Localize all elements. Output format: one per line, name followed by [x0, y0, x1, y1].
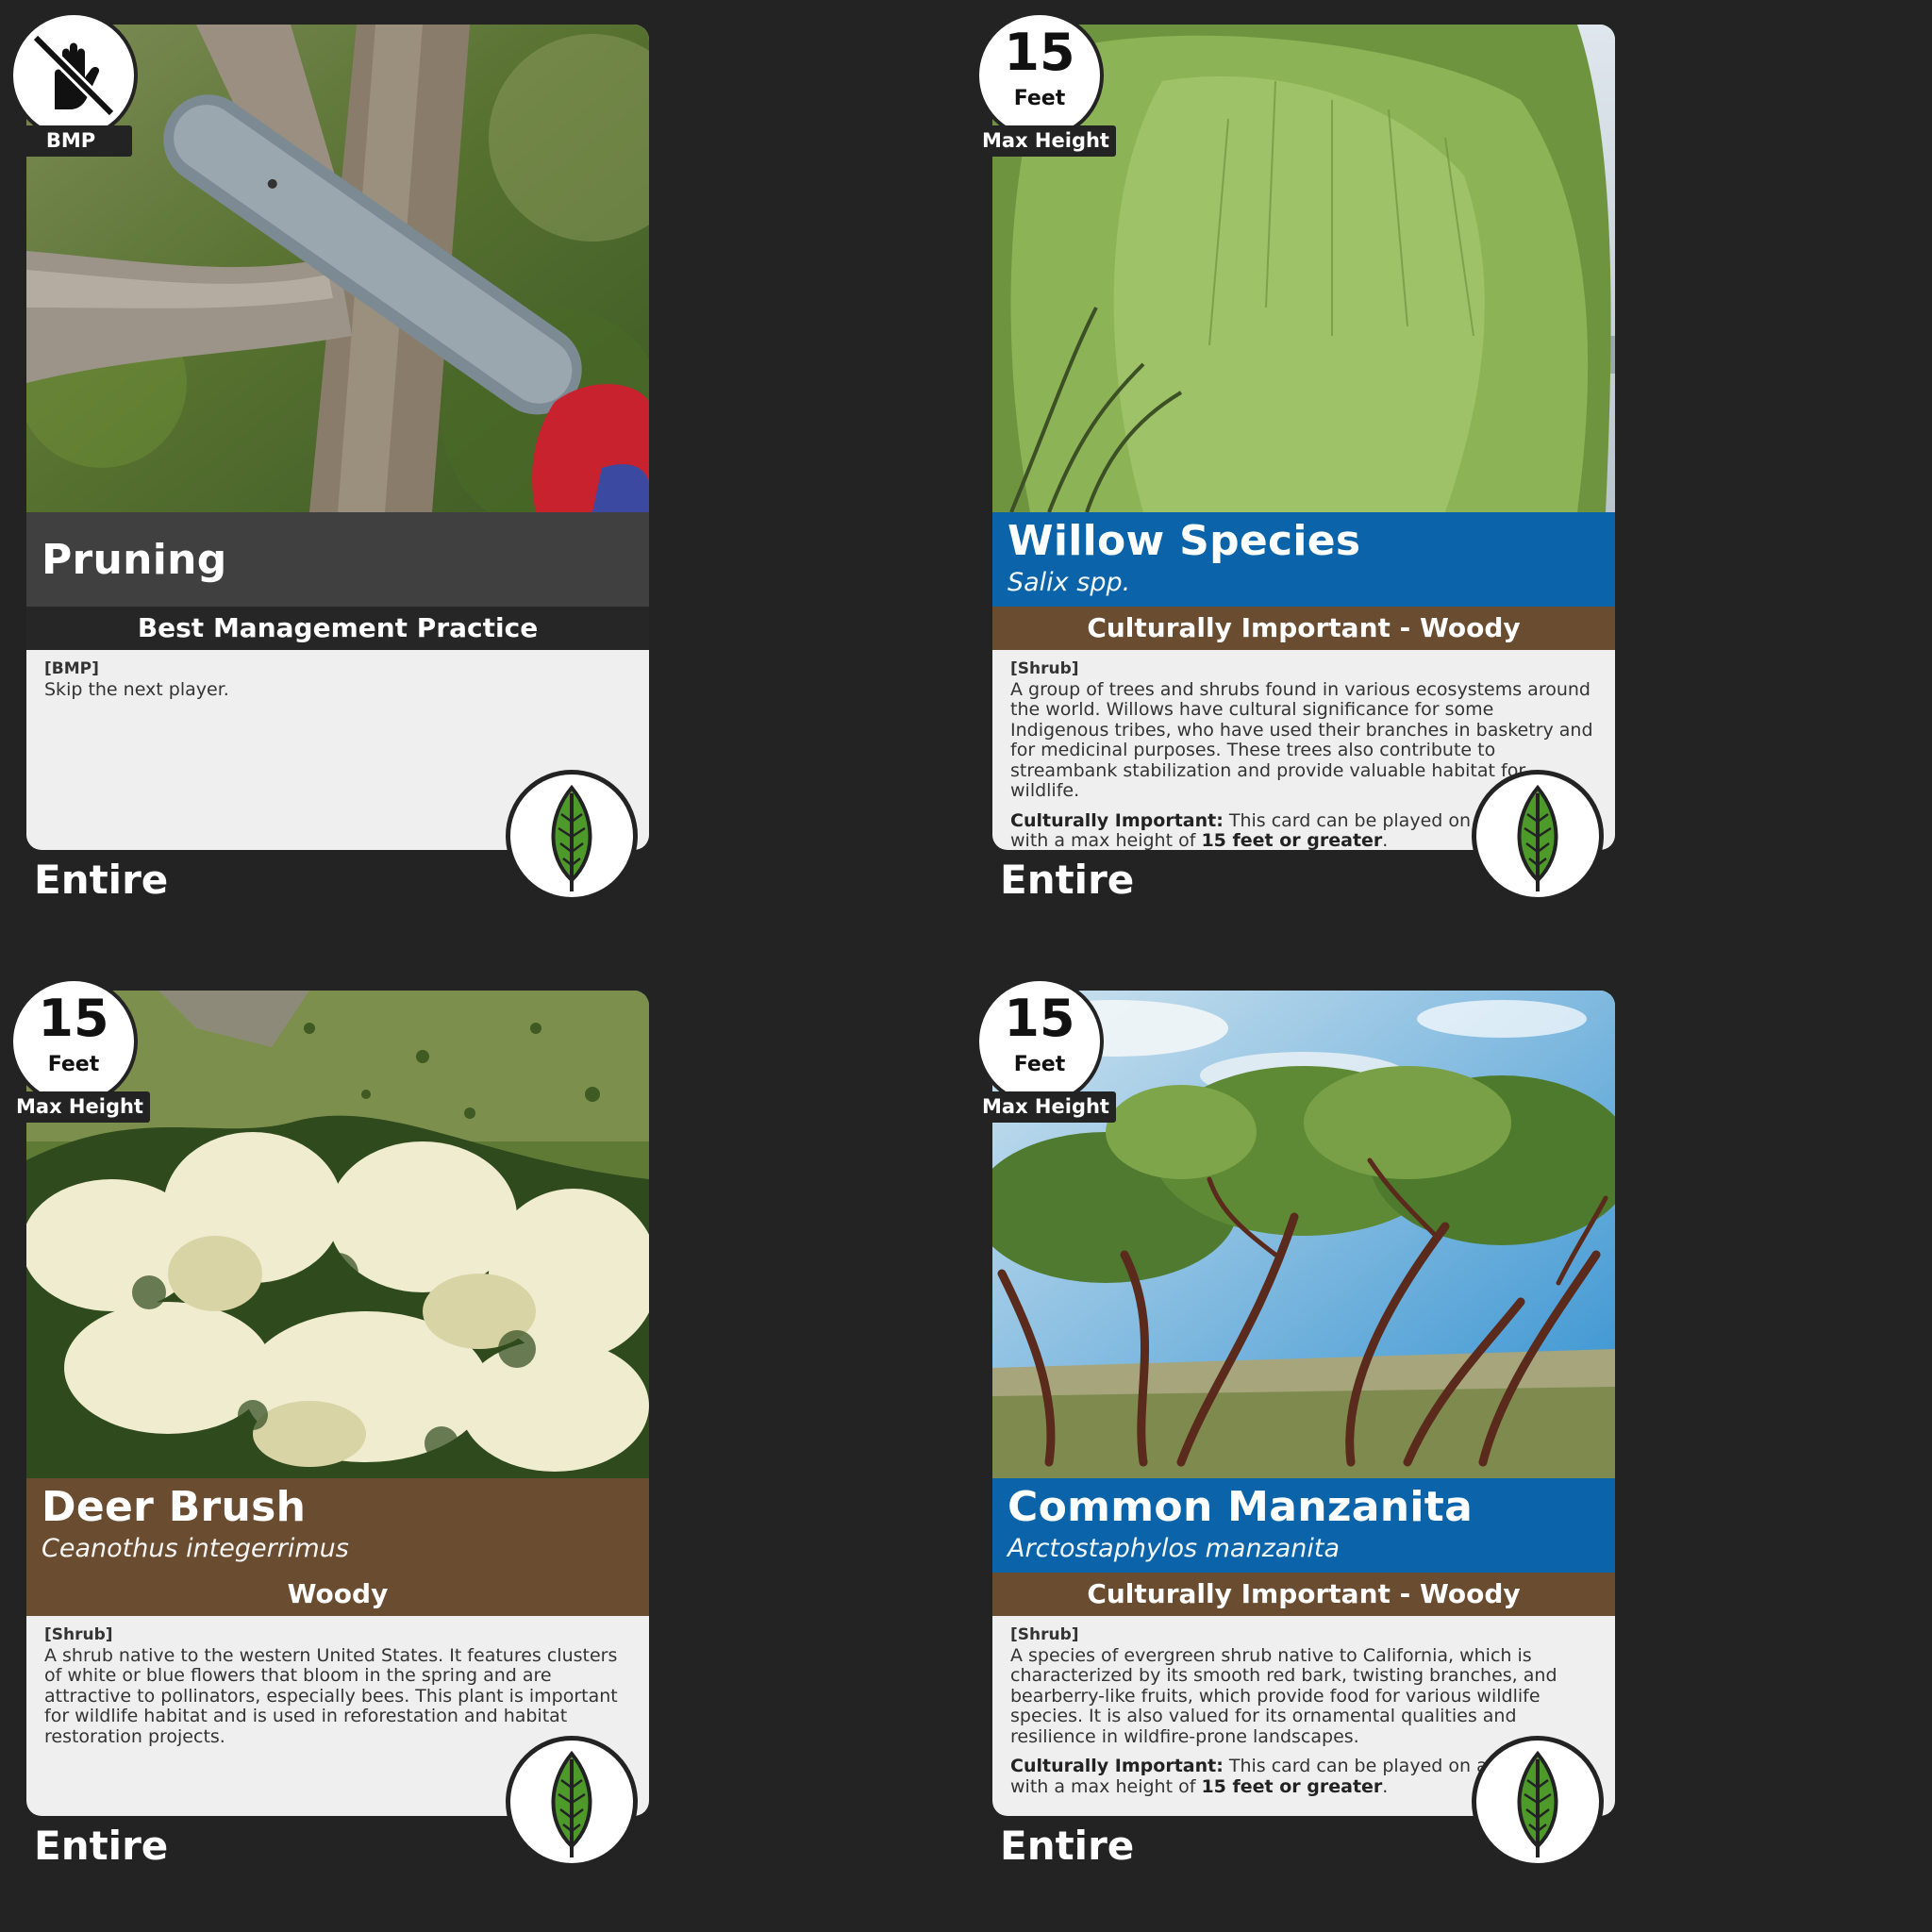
card-title-band: Pruning	[26, 512, 649, 607]
leaf-margin-label: Entire	[34, 1823, 169, 1869]
leaf-icon	[1517, 1750, 1558, 1857]
leaf-badge	[1472, 770, 1604, 902]
max-height-number: 15	[38, 989, 109, 1048]
card-title: Deer Brush	[42, 1483, 307, 1531]
card-category: Best Management Practice	[137, 612, 539, 643]
card-category-band: Culturally Important - Woody	[992, 1573, 1615, 1616]
card-scientific-name: Salix spp.	[1008, 568, 1131, 597]
max-height-unit: Feet	[47, 1053, 100, 1076]
leaf-icon	[551, 784, 592, 891]
leaf-icon	[551, 1750, 592, 1857]
card-common-manzanita[interactable]: Common Manzanita Arctostaphylos manzanit…	[966, 966, 1664, 1909]
leaf-margin-label: Entire	[1000, 857, 1135, 903]
leaf-icon	[1517, 784, 1558, 891]
no-hand-icon	[31, 33, 116, 118]
card-description-text: A species of evergreen shrub native to C…	[1010, 1644, 1557, 1747]
card-description-text: Skip the next player.	[44, 678, 229, 700]
badge-label: BMP	[9, 125, 132, 157]
card-title: Willow Species	[1008, 517, 1361, 565]
max-height-number: 15	[1004, 989, 1075, 1048]
card-type-tag: [Shrub]	[1010, 659, 1079, 678]
max-height-unit: Feet	[1013, 87, 1066, 110]
max-height-badge: 15 Feet	[975, 11, 1104, 140]
bmp-badge	[9, 11, 138, 140]
leaf-badge	[1472, 1736, 1604, 1868]
card-note-emphasis: 15 feet or greater	[1201, 1775, 1383, 1797]
card-note-label: Culturally Important:	[1010, 809, 1224, 831]
badge-label: Max Height	[975, 125, 1116, 157]
badge-label: Max Height	[975, 1091, 1116, 1123]
card-category-band: Culturally Important - Woody	[992, 607, 1615, 650]
card-scientific-name: Arctostaphylos manzanita	[1008, 1534, 1341, 1563]
card-type-tag: [Shrub]	[44, 1625, 113, 1644]
card-deer-brush[interactable]: Deer Brush Ceanothus integerrimus Woody …	[0, 966, 698, 1909]
card-category: Woody	[287, 1578, 389, 1609]
max-height-unit: Feet	[1013, 1053, 1066, 1076]
card-type-tag: [BMP]	[44, 659, 99, 678]
card-description: [Shrub] A shrub native to the western Un…	[44, 1625, 631, 1747]
leaf-margin-label: Entire	[34, 857, 169, 903]
card-willow-species[interactable]: Willow Species Salix spp. Culturally Imp…	[966, 0, 1664, 943]
card-category-band: Best Management Practice	[26, 607, 649, 650]
max-height-badge: 15 Feet	[975, 977, 1104, 1106]
card-type-tag: [Shrub]	[1010, 1625, 1079, 1644]
max-height-number: 15	[1004, 23, 1075, 82]
leaf-badge	[506, 1736, 638, 1868]
card-category: Culturally Important - Woody	[1087, 612, 1521, 643]
card-note-label: Culturally Important:	[1010, 1756, 1224, 1776]
card-title-band: Willow Species Salix spp.	[992, 512, 1615, 607]
card-category: Culturally Important - Woody	[1087, 1578, 1521, 1609]
card-title-band: Deer Brush Ceanothus integerrimus	[26, 1478, 649, 1573]
card-category-band: Woody	[26, 1573, 649, 1616]
leaf-margin-label: Entire	[1000, 1823, 1135, 1869]
card-note-emphasis: 15 feet or greater	[1201, 830, 1383, 850]
card-title: Common Manzanita	[1008, 1483, 1474, 1531]
card-title: Pruning	[42, 536, 227, 584]
card-description: [BMP] Skip the next player.	[44, 659, 631, 700]
leaf-badge	[506, 770, 638, 902]
card-title-band: Common Manzanita Arctostaphylos manzanit…	[992, 1478, 1615, 1573]
card-note-end: .	[1382, 1775, 1389, 1797]
card-pruning[interactable]: Pruning Best Management Practice [BMP] S…	[0, 0, 698, 943]
card-description-text: A shrub native to the western United Sta…	[44, 1644, 618, 1747]
max-height-badge: 15 Feet	[9, 977, 138, 1106]
card-note-end: .	[1382, 830, 1389, 850]
card-scientific-name: Ceanothus integerrimus	[42, 1534, 349, 1563]
badge-label: Max Height	[9, 1091, 150, 1123]
